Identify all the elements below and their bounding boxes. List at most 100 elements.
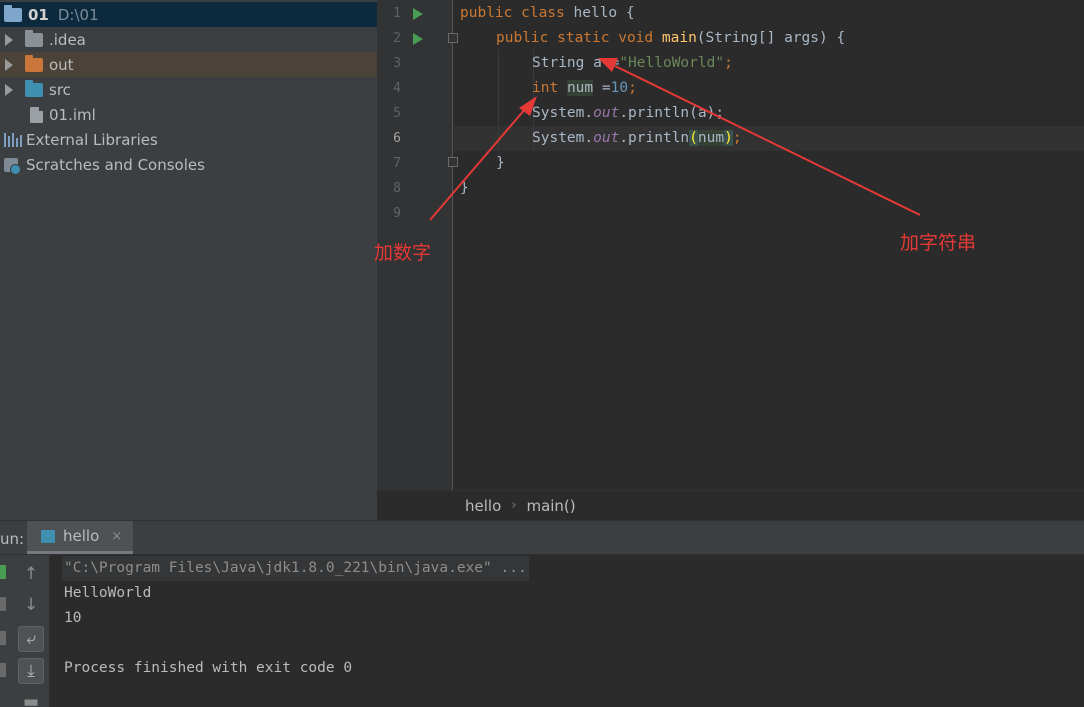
line-number: 9 (393, 206, 401, 221)
line-number: 4 (393, 81, 401, 96)
expand-arrow-icon[interactable] (5, 58, 13, 71)
run-label: un: (0, 530, 25, 548)
fold-marker-icon[interactable] (448, 33, 458, 43)
soft-wrap-icon[interactable]: ⤶ (18, 626, 44, 652)
stop-icon[interactable] (0, 597, 6, 611)
code-text: } (496, 155, 505, 171)
rerun-icon[interactable] (0, 565, 6, 579)
root-name: 01 (28, 5, 49, 24)
line-number: 8 (393, 181, 401, 196)
expand-arrow-icon[interactable] (5, 83, 13, 96)
line-number: 1 (393, 6, 401, 21)
keyword: public static void (496, 30, 662, 46)
matched-paren: ( (689, 130, 698, 146)
code-line-4[interactable]: int num =10; (532, 76, 637, 101)
string-literal: "HelloWorld" (619, 55, 725, 71)
method-name: main (661, 30, 697, 46)
variable: num (697, 130, 725, 146)
code-line-2[interactable]: public static void main(String[] args) { (496, 26, 845, 51)
tree-item-iml[interactable]: 01.iml (0, 102, 377, 127)
keyword: int (532, 80, 559, 96)
scroll-up-icon[interactable]: ↑ (18, 561, 44, 587)
run-main-icon[interactable] (413, 33, 423, 45)
number-literal: 10 (610, 80, 629, 96)
code-line-3[interactable]: String a ="HelloWorld"; (532, 51, 733, 76)
tree-item-scratches[interactable]: Scratches and Consoles (0, 152, 377, 177)
fold-marker-icon[interactable] (448, 157, 458, 167)
print-icon[interactable]: ▬ (18, 689, 44, 707)
tree-item-idea[interactable]: .idea (0, 27, 377, 52)
breadcrumb: hello › main() (377, 490, 1084, 520)
breadcrumb-class[interactable]: hello (465, 497, 501, 515)
expand-arrow-icon[interactable] (5, 33, 13, 46)
tree-item-label: out (49, 55, 74, 74)
variable: num (566, 80, 594, 96)
close-icon[interactable]: × (111, 529, 122, 544)
console-output[interactable]: "C:\Program Files\Java\jdk1.8.0_221\bin\… (50, 555, 1084, 707)
restore-layout-icon[interactable] (0, 631, 6, 645)
folder-icon (25, 29, 43, 47)
breadcrumb-separator-icon: › (511, 498, 517, 513)
code-line-7[interactable]: } (496, 151, 505, 176)
pin-icon[interactable] (0, 663, 6, 677)
static-field: out (593, 130, 620, 146)
annotation-label-number: 加数字 (374, 242, 432, 264)
code-text: .println(a); (619, 105, 725, 121)
breadcrumb-method[interactable]: main() (526, 497, 575, 515)
code-text: ; (628, 80, 637, 96)
source-folder-icon (25, 79, 43, 97)
folder-icon (25, 54, 43, 72)
run-tool-window-header: un: hello × (0, 520, 1084, 555)
scratches-icon (4, 157, 21, 175)
console-line: HelloWorld (64, 585, 152, 601)
code-text: hello { (573, 5, 635, 21)
tree-item-label: .idea (49, 30, 86, 49)
library-icon (4, 132, 22, 147)
tree-item-out[interactable]: out (0, 52, 377, 77)
matched-paren: ) (724, 130, 733, 146)
static-field: out (593, 105, 620, 121)
line-number: 2 (393, 31, 401, 46)
line-number: 6 (393, 131, 401, 146)
console-command-line: "C:\Program Files\Java\jdk1.8.0_221\bin\… (62, 556, 529, 581)
code-text: .println (619, 130, 690, 146)
tree-item-src[interactable]: src (0, 77, 377, 102)
console-line: 10 (64, 610, 82, 626)
code-text: = (601, 55, 620, 71)
code-text: System. (532, 130, 594, 146)
code-text: } (460, 180, 469, 196)
code-editor[interactable]: 1 2 3 4 5 6 7 8 9 public class hello { p… (377, 0, 1084, 490)
line-number: 7 (393, 156, 401, 171)
variable: a (593, 55, 602, 71)
scroll-to-end-icon[interactable]: ⤓ (18, 658, 44, 684)
line-number: 5 (393, 106, 401, 121)
code-text: = (593, 80, 611, 96)
scroll-down-icon[interactable]: ↓ (18, 592, 44, 618)
module-folder-icon (4, 4, 22, 22)
file-icon (30, 106, 43, 123)
code-line-1[interactable]: public class hello { (460, 1, 635, 26)
tree-item-label: External Libraries (26, 130, 158, 149)
code-text: ; (732, 130, 742, 146)
annotation-label-string: 加字符串 (900, 232, 977, 254)
tree-item-external-libraries[interactable]: External Libraries (0, 127, 377, 152)
run-tab-label: hello (63, 527, 100, 545)
code-line-5[interactable]: System.out.println(a); (532, 101, 724, 126)
tree-item-label: src (49, 80, 71, 99)
tree-item-label: Scratches and Consoles (26, 155, 205, 174)
run-class-icon[interactable] (413, 8, 423, 20)
root-path: D:\01 (57, 5, 99, 24)
run-toolbar: ↑ ↓ ⤶ ⤓ ▬ (0, 555, 50, 707)
project-panel: 01 D:\01 .idea out src 01.iml External L… (0, 0, 377, 520)
code-line-8[interactable]: } (460, 176, 469, 201)
class-file-icon (41, 529, 55, 543)
tree-root[interactable]: 01 D:\01 (0, 2, 377, 27)
code-text: ; (724, 55, 733, 71)
keyword: public class (460, 5, 574, 21)
console-exit-line: Process finished with exit code 0 (64, 660, 353, 676)
tree-item-label: 01.iml (49, 105, 96, 124)
code-line-6[interactable]: System.out.println(num); (532, 126, 742, 151)
run-tab-hello[interactable]: hello × (27, 521, 133, 554)
line-number: 3 (393, 56, 401, 71)
